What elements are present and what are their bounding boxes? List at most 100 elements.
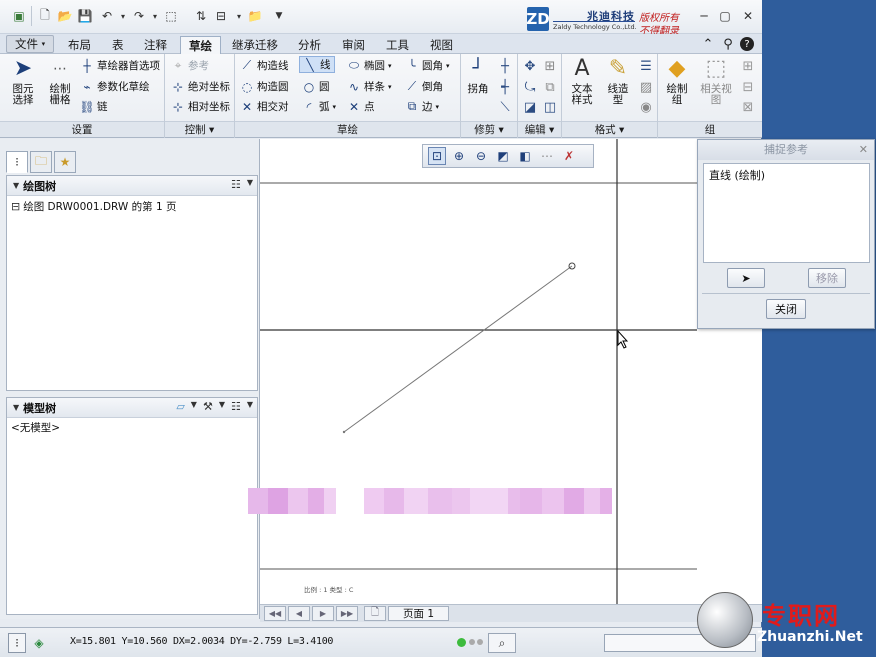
extend-icon[interactable]: ┽ <box>497 79 513 95</box>
mirror-icon[interactable]: ◫ <box>542 99 558 115</box>
spline-button[interactable]: ∿ 样条 ▾ <box>347 79 392 94</box>
draw-group-button[interactable]: ◆ 绘制组 <box>660 56 694 106</box>
dialog-close-icon[interactable]: ✕ <box>859 140 868 160</box>
line-weight-icon[interactable]: ☰ <box>638 58 654 74</box>
tab-file[interactable]: 文件 ▾ <box>6 35 55 53</box>
help-icon[interactable]: ? <box>740 37 754 51</box>
divide-icon[interactable]: ┼ <box>497 58 513 74</box>
layer-icon[interactable]: ◉ <box>638 99 654 115</box>
tree-settings-icon[interactable]: ☷ <box>231 400 241 413</box>
relative-coords-button[interactable]: ⊹ 相对坐标 <box>171 99 230 114</box>
zoom-in-icon[interactable]: ⊕ <box>450 147 468 165</box>
page-tab[interactable]: 页面 1 <box>388 606 450 621</box>
new-page-icon[interactable]: 🗋 <box>364 606 386 621</box>
construction-line-button[interactable]: ⟋ 构造线 <box>240 58 289 73</box>
line-style-button[interactable]: ✎ 线造型 <box>602 56 634 106</box>
tab-sketch[interactable]: 草绘 <box>180 36 221 54</box>
tab-analysis[interactable]: 分析 <box>290 36 329 54</box>
select-entity-button[interactable]: ➤ 图元 选择 <box>8 56 38 106</box>
move-icon[interactable]: ✥ <box>522 58 538 74</box>
draw-grid-button[interactable]: ⋯ 绘制 栅格 <box>44 56 76 106</box>
tree-item-drawing[interactable]: ⊟ 绘图 DRW0001.DRW 的第 1 页 <box>7 196 257 217</box>
save-icon[interactable]: 💾 <box>76 6 94 26</box>
circle-button[interactable]: ○ 圆 <box>302 79 330 94</box>
scale-icon[interactable]: ⊞ <box>542 58 558 74</box>
fillet-button[interactable]: ╰ 圆角 ▾ <box>405 58 449 73</box>
point-button[interactable]: ✕ 点 <box>347 99 375 114</box>
window-icon[interactable]: ⊟ <box>212 6 230 26</box>
grid-display-icon[interactable]: ✗ <box>560 147 578 165</box>
copy-icon[interactable]: ⧉ <box>542 79 558 95</box>
next-page-button[interactable]: ▶ <box>312 606 334 621</box>
collapse-ribbon-icon[interactable]: ⌃ <box>700 36 716 52</box>
show-dropdown-icon[interactable]: ▼ <box>191 400 197 413</box>
tab-layout[interactable]: 布局 <box>60 36 99 54</box>
last-page-button[interactable]: ▶▶ <box>336 606 358 621</box>
group-icon-1[interactable]: ⊞ <box>740 58 756 74</box>
minimize-button[interactable]: ─ <box>694 8 714 24</box>
tree-settings-icon[interactable]: ☷ <box>231 178 241 191</box>
reference-button[interactable]: ⌖ 参考 <box>171 58 209 73</box>
remove-button[interactable]: 移除 <box>808 268 846 288</box>
select-reference-button[interactable]: ➤ <box>727 268 765 288</box>
chamfer-button[interactable]: ⟋ 倒角 <box>405 79 443 94</box>
reference-list[interactable]: 直线 (绘制) <box>703 163 870 263</box>
repaint-icon[interactable]: ◩ <box>494 147 512 165</box>
line-button[interactable]: ╲ 线 <box>299 56 335 73</box>
text-style-button[interactable]: A 文本 样式 <box>566 56 598 106</box>
tree-settings-dropdown-icon[interactable]: ▼ <box>247 178 253 191</box>
view-display-icon[interactable]: ◧ <box>516 147 534 165</box>
stretch-icon[interactable]: ◪ <box>522 99 538 115</box>
navigator-toggle-icon[interactable]: ⁝ <box>8 633 26 653</box>
tools-dropdown-icon[interactable]: ▼ <box>219 400 225 413</box>
group-icon-2[interactable]: ⊟ <box>740 79 756 95</box>
regenerate-icon[interactable]: ⇅ <box>192 6 210 26</box>
tab-table[interactable]: 表 <box>104 36 132 54</box>
search-icon[interactable]: ⚲ <box>720 36 736 52</box>
tree-settings-dropdown-icon[interactable]: ▼ <box>247 400 253 413</box>
zoom-out-icon[interactable]: ⊖ <box>472 147 490 165</box>
construction-circle-button[interactable]: ◌ 构造圆 <box>240 79 289 94</box>
app-icon[interactable]: ▣ <box>10 6 28 26</box>
prev-page-button[interactable]: ◀ <box>288 606 310 621</box>
tab-legacy[interactable]: 继承迁移 <box>224 36 286 54</box>
sketcher-prefs-button[interactable]: ┼ 草绘器首选项 <box>80 58 160 73</box>
refit-icon[interactable]: ⊡ <box>428 147 446 165</box>
ellipse-button[interactable]: ⬭ 椭圆 ▾ <box>347 58 392 73</box>
tools-icon[interactable]: ⚒ <box>203 400 213 413</box>
chain-button[interactable]: ⛓ 链 <box>79 99 107 114</box>
drawing-canvas[interactable]: 比例 : 1 类型 : C <box>248 139 762 604</box>
reference-item[interactable]: 直线 (绘制) <box>709 167 864 183</box>
tree-tab-icon[interactable]: ⁝ <box>6 151 28 173</box>
delete-segment-icon[interactable]: ⟍ <box>497 99 513 115</box>
model-tree-header[interactable]: ▼ 模型树 ▱ ▼ ⚒ ▼ ☷ ▼ <box>7 398 257 418</box>
select-box-icon[interactable]: ⬚ <box>162 6 180 26</box>
tab-tools[interactable]: 工具 <box>378 36 417 54</box>
arc-button[interactable]: ◜ 弧 ▾ <box>302 99 336 114</box>
tab-review[interactable]: 审阅 <box>334 36 373 54</box>
param-sketch-button[interactable]: ⌁ 参数化草绘 <box>80 79 149 94</box>
close-button[interactable]: ✕ <box>738 8 758 24</box>
browser-toggle-icon[interactable]: ◈ <box>30 633 48 653</box>
absolute-coords-button[interactable]: ⊹ 绝对坐标 <box>171 79 230 94</box>
edge-button[interactable]: ⧉ 边 ▾ <box>405 99 439 114</box>
first-page-button[interactable]: ◀◀ <box>264 606 286 621</box>
tab-annotate[interactable]: 注释 <box>136 36 175 54</box>
hatch-icon[interactable]: ▨ <box>638 79 654 95</box>
folder-tab-icon[interactable]: 🗀 <box>30 151 52 173</box>
rotate-icon[interactable]: ⤿ <box>522 79 538 95</box>
customize-dropdown-icon[interactable]: ▼ <box>270 6 288 26</box>
favorites-tab-icon[interactable]: ★ <box>54 151 76 173</box>
related-view-button[interactable]: ⬚ 相关视图 <box>696 56 736 106</box>
open-icon[interactable]: 📂 <box>56 6 74 26</box>
folder-icon[interactable]: 📁 <box>246 6 264 26</box>
corner-button[interactable]: ┘ 拐角 <box>463 56 493 95</box>
maximize-button[interactable]: ▢ <box>715 8 735 24</box>
show-icon[interactable]: ▱ <box>176 400 184 413</box>
intersect-button[interactable]: ✕ 相交对 <box>240 99 289 114</box>
drawing-tree-header[interactable]: ▼ 绘图树 ☷ ▼ <box>7 176 257 196</box>
new-icon[interactable]: 🗋 <box>36 6 54 26</box>
find-icon[interactable]: ⌕ <box>488 633 516 653</box>
close-dialog-button[interactable]: 关闭 <box>766 299 806 319</box>
group-icon-3[interactable]: ⊠ <box>740 99 756 115</box>
